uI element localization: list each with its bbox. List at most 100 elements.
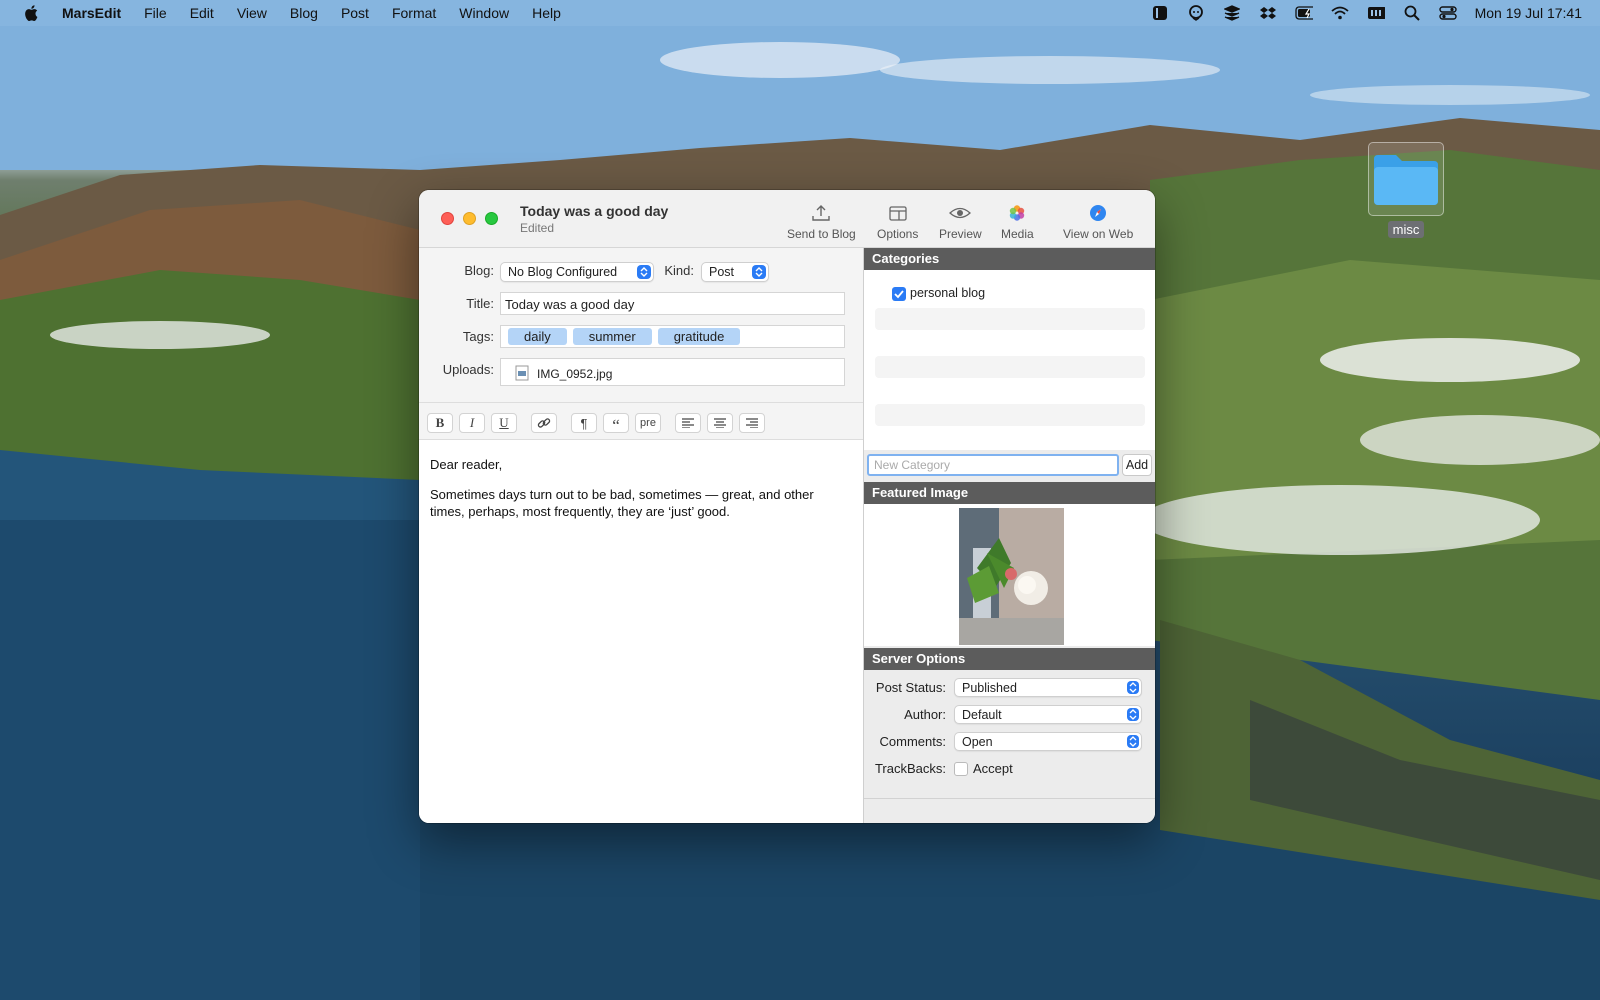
folder-icon[interactable]: [1368, 142, 1444, 216]
author-value: Default: [962, 708, 1002, 722]
blog-select-value: No Blog Configured: [508, 265, 618, 279]
menu-format[interactable]: Format: [392, 5, 436, 21]
media-label: Media: [1001, 227, 1034, 241]
menu-window[interactable]: Window: [459, 5, 509, 21]
paragraph-button[interactable]: ¶: [571, 413, 597, 433]
body-paragraph: Sometimes days turn out to be bad, somet…: [430, 487, 814, 519]
body-paragraph: Dear reader,: [430, 457, 503, 472]
pre-button[interactable]: pre: [635, 413, 661, 433]
options-icon: [889, 206, 907, 221]
notes-icon[interactable]: [1151, 5, 1169, 21]
category-item[interactable]: personal blog: [892, 286, 985, 301]
align-right-button[interactable]: [739, 413, 765, 433]
align-left-icon: [682, 418, 694, 428]
tag-token[interactable]: daily: [508, 328, 567, 345]
server-options-header: Server Options: [864, 648, 1155, 670]
send-to-blog-button[interactable]: Send to Blog: [787, 204, 856, 241]
author-select[interactable]: Default: [954, 705, 1142, 724]
post-status-select[interactable]: Published: [954, 678, 1142, 697]
tags-label: Tags:: [462, 329, 494, 344]
bold-button[interactable]: B: [427, 413, 453, 433]
tag-token[interactable]: summer: [572, 328, 652, 345]
menu-view[interactable]: View: [237, 5, 267, 21]
featured-image-well[interactable]: [864, 504, 1155, 646]
featured-image-thumbnail[interactable]: [959, 508, 1064, 645]
kind-select-value: Post: [709, 265, 735, 279]
assistant-icon[interactable]: [1187, 5, 1205, 21]
window-title: Today was a good day: [520, 203, 669, 219]
trackbacks-option-label: Accept: [973, 761, 1013, 776]
uploads-label: Uploads:: [442, 362, 494, 377]
align-center-icon: [714, 418, 726, 428]
control-center-icon[interactable]: [1438, 5, 1457, 21]
post-status-value: Published: [962, 681, 1017, 695]
tag-token[interactable]: gratitude: [657, 328, 741, 345]
menu-bar: MarsEdit File Edit View Blog Post Format…: [0, 0, 1600, 26]
link-icon: [537, 418, 551, 428]
zoom-button[interactable]: [485, 212, 498, 225]
link-button[interactable]: [531, 413, 557, 433]
eye-icon: [949, 207, 972, 219]
add-category-button[interactable]: Add: [1122, 454, 1152, 476]
tags-input[interactable]: daily summer gratitude: [500, 325, 845, 348]
menu-edit[interactable]: Edit: [190, 5, 214, 21]
category-empty-row: [875, 308, 1145, 330]
post-body-editor[interactable]: Dear reader, Sometimes days turn out to …: [430, 456, 850, 520]
menu-post[interactable]: Post: [341, 5, 369, 21]
categories-list: personal blog: [864, 270, 1155, 450]
comments-select[interactable]: Open: [954, 732, 1142, 751]
align-center-button[interactable]: [707, 413, 733, 433]
server-options-panel: Post Status: Published Author: Default C…: [864, 670, 1155, 790]
stack-icon[interactable]: [1223, 5, 1241, 21]
apple-icon[interactable]: [24, 4, 40, 22]
comments-row: Comments: Open: [864, 730, 1155, 756]
image-file-icon: [515, 365, 529, 381]
blog-label: Blog:: [464, 263, 494, 278]
underline-button[interactable]: U: [491, 413, 517, 433]
options-button[interactable]: Options: [877, 204, 918, 241]
italic-button[interactable]: I: [459, 413, 485, 433]
new-category-input[interactable]: New Category: [867, 454, 1119, 476]
view-on-web-label: View on Web: [1063, 227, 1134, 241]
comments-value: Open: [962, 735, 993, 749]
editor-window: Today was a good day Edited Send to Blog…: [419, 190, 1155, 823]
category-empty-row: [875, 404, 1145, 426]
send-to-blog-label: Send to Blog: [787, 227, 856, 241]
trackbacks-label: TrackBacks:: [874, 761, 946, 776]
uploads-list[interactable]: IMG_0952.jpg: [500, 358, 845, 386]
checkbox-checked-icon[interactable]: [892, 287, 906, 301]
desktop-folder[interactable]: misc: [1366, 142, 1446, 242]
trackbacks-checkbox[interactable]: [954, 762, 968, 776]
blockquote-button[interactable]: “: [603, 413, 629, 435]
menu-clock[interactable]: Mon 19 Jul 17:41: [1475, 5, 1582, 21]
menu-help[interactable]: Help: [532, 5, 561, 21]
comments-label: Comments:: [879, 734, 946, 749]
trackbacks-row: TrackBacks: Accept: [864, 757, 1155, 783]
post-metadata: Blog: No Blog Configured Kind: Post Titl…: [419, 248, 863, 403]
wifi-icon[interactable]: [1331, 5, 1349, 21]
author-row: Author: Default: [864, 703, 1155, 729]
keyboard-icon[interactable]: [1367, 5, 1385, 21]
post-sidebar: Categories personal blog New Category Ad…: [863, 248, 1155, 823]
align-left-button[interactable]: [675, 413, 701, 433]
chevron-updown-icon: [1127, 681, 1139, 694]
search-icon[interactable]: [1403, 5, 1421, 21]
title-label: Title:: [466, 296, 494, 311]
media-button[interactable]: Media: [1001, 204, 1034, 241]
menu-blog[interactable]: Blog: [290, 5, 318, 21]
preview-button[interactable]: Preview: [939, 204, 982, 241]
battery-icon[interactable]: [1294, 5, 1313, 21]
kind-select[interactable]: Post: [701, 262, 769, 282]
author-label: Author:: [904, 707, 946, 722]
dropbox-icon[interactable]: [1259, 5, 1277, 21]
menu-app-name[interactable]: MarsEdit: [62, 5, 121, 21]
minimize-button[interactable]: [463, 212, 476, 225]
title-input[interactable]: Today was a good day: [500, 292, 845, 315]
view-on-web-button[interactable]: View on Web: [1063, 204, 1133, 241]
categories-header: Categories: [864, 248, 1155, 270]
upload-filename: IMG_0952.jpg: [537, 367, 613, 381]
menu-file[interactable]: File: [144, 5, 167, 21]
align-right-icon: [746, 418, 758, 428]
close-button[interactable]: [441, 212, 454, 225]
post-status-row: Post Status: Published: [864, 676, 1155, 702]
